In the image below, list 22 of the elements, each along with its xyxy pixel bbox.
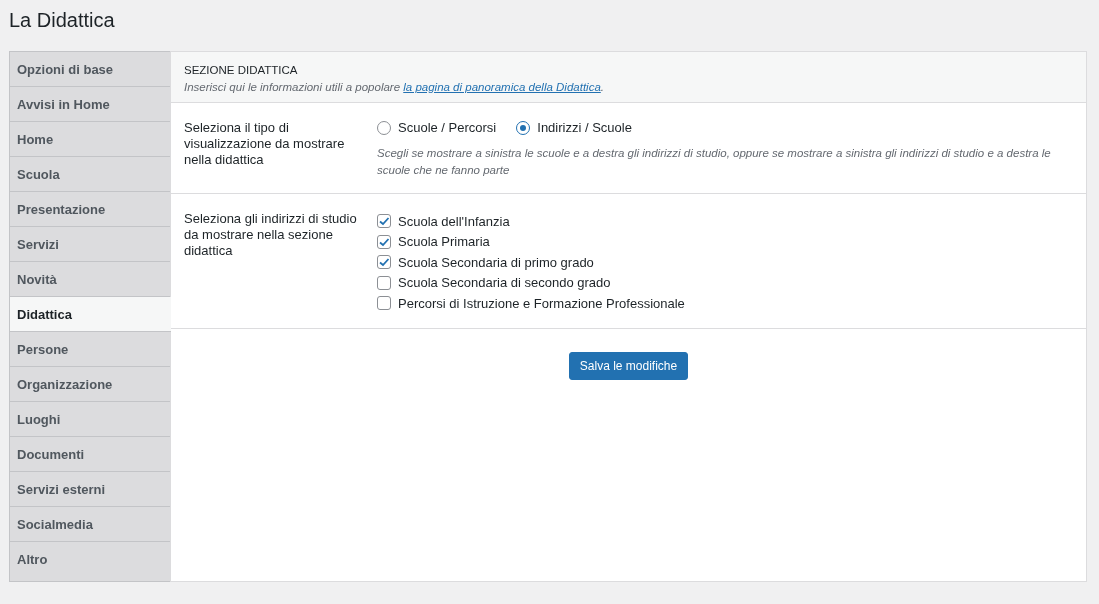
checkbox-label[interactable]: Scuola Secondaria di primo grado	[398, 254, 594, 270]
checkbox-label[interactable]: Scuola Secondaria di secondo grado	[398, 275, 611, 291]
checkbox[interactable]	[377, 214, 391, 229]
checkbox[interactable]	[377, 234, 391, 249]
checkbox-label[interactable]: Scuola dell'Infanzia	[398, 213, 510, 229]
field-label: Seleziona gli indirizzi di studio da mostrare nella sezione didattica	[184, 211, 358, 260]
section-description: Inserisci qui le informazioni utili a popolare la pagina di panoramica della Didattica.	[184, 81, 605, 93]
checkbox-label[interactable]: Scuola Primaria	[398, 234, 490, 250]
radio-label[interactable]: Scuole / Percorsi	[398, 120, 497, 135]
save-button[interactable]: Salva le modifiche	[568, 351, 689, 380]
checkbox-label[interactable]: Percorsi di Istruzione e Formazione Professionale	[398, 295, 685, 311]
checkbox[interactable]	[377, 255, 391, 270]
section-title: SEZIONE DIDATTICA	[184, 64, 299, 76]
overview-page-link[interactable]: la pagina di panoramica della Didattica	[403, 81, 601, 93]
sidebar-tab[interactable]: Altro	[10, 542, 170, 577]
field-label: Seleziona il tipo di visualizzazione da mostrare nella didattica	[184, 120, 346, 169]
sidebar-tab[interactable]: Didattica	[10, 297, 171, 332]
radio-label[interactable]: Indirizzi / Scuole	[537, 120, 632, 135]
page-title: La Didattica	[9, 8, 116, 33]
help-text: Scegli se mostrare a sinistra le scuole e a destra gli indirizzi di studio, oppure se mostrare a sinistra gli indirizzi di studio e a destra le scuole che ne fanno parte	[377, 146, 1052, 178]
checkbox[interactable]	[377, 275, 391, 290]
checkbox[interactable]	[377, 296, 391, 311]
